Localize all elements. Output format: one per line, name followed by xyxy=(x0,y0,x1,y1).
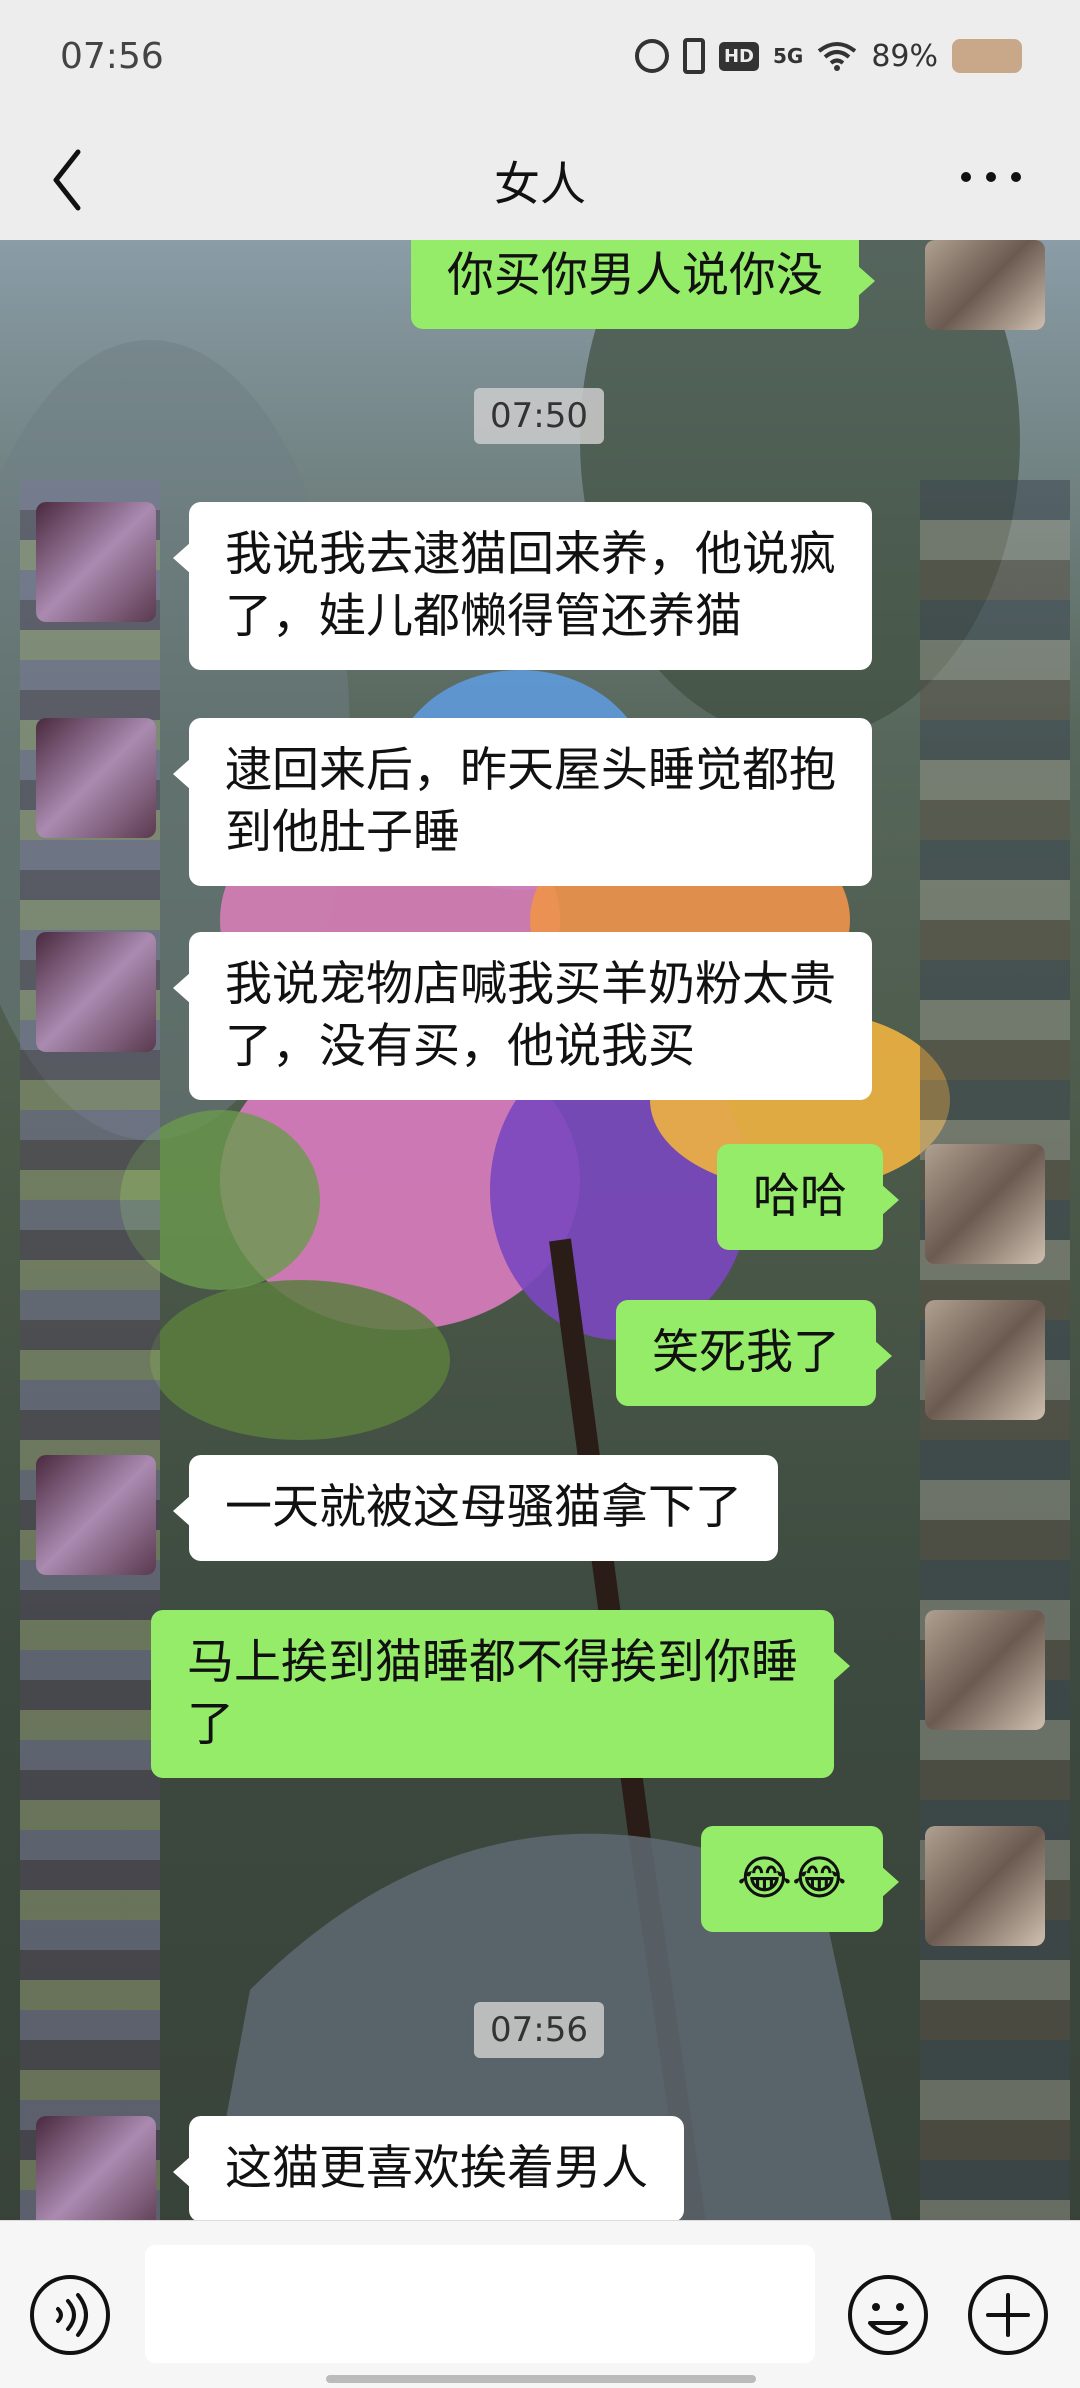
emoji-message: 😂😂 xyxy=(737,1851,847,1906)
avatar[interactable] xyxy=(925,1826,1045,1946)
wifi-icon xyxy=(818,42,857,71)
timestamp: 07:56 xyxy=(474,2002,604,2058)
message-line: 了，没有买，他说我买 xyxy=(225,1019,695,1074)
input-bar xyxy=(0,2220,1080,2388)
message-bubble-self[interactable]: 马上挨到猫睡都不得挨到你睡 了 xyxy=(151,1610,850,1778)
message-line: 到他肚子睡 xyxy=(225,805,460,860)
avatar[interactable] xyxy=(36,718,156,838)
plus-icon[interactable] xyxy=(966,2273,1050,2357)
message-bubble-other[interactable]: 一天就被这母骚猫拿下了 xyxy=(173,1455,778,1561)
message-bubble-other[interactable]: 这猫更喜欢挨着男人 xyxy=(173,2116,684,2222)
nav-bar: 女人 xyxy=(0,120,1080,240)
avatar[interactable] xyxy=(36,2116,156,2236)
message-bubble-other[interactable]: 我说我去逮猫回来养，他说疯 了，娃儿都懒得管还养猫 xyxy=(173,502,872,670)
status-bar: 07:56 HD 5G 89% xyxy=(0,0,1080,120)
message-input[interactable] xyxy=(145,2245,815,2363)
message-text: 一天就被这母骚猫拿下了 xyxy=(225,1480,742,1535)
message-bubble-other[interactable]: 逮回来后，昨天屋头睡觉都抱 到他肚子睡 xyxy=(173,718,872,886)
timestamp: 07:50 xyxy=(474,388,604,444)
message-text: 这猫更喜欢挨着男人 xyxy=(225,2141,648,2196)
message-line: 逮回来后，昨天屋头睡觉都抱 xyxy=(225,743,836,798)
status-time: 07:56 xyxy=(60,36,164,77)
message-line: 我说宠物店喊我买羊奶粉太贵 xyxy=(225,957,836,1012)
battery-icon xyxy=(952,39,1022,73)
message-line: 了 xyxy=(187,1697,234,1752)
message-line: 我说我去逮猫回来养，他说疯 xyxy=(225,527,836,582)
message-line: 了，娃儿都懒得管还养猫 xyxy=(225,589,742,644)
alarm-icon xyxy=(634,39,669,73)
message-line: 马上挨到猫睡都不得挨到你睡 xyxy=(187,1635,798,1690)
message-bubble-self[interactable]: 笑死我了 xyxy=(616,1300,892,1406)
message-bubble-self[interactable]: 你买你男人说你没 xyxy=(411,240,875,329)
chat-area[interactable]: 你买你男人说你没 07:50 我说我去逮猫回来养，他说疯 了，娃儿都懒得管还养猫… xyxy=(0,240,1080,2258)
hd-icon: HD xyxy=(718,41,759,71)
voice-icon[interactable] xyxy=(28,2273,112,2357)
battery-percent: 89% xyxy=(871,38,938,74)
status-icons: HD 5G 89% xyxy=(634,38,1022,74)
message-bubble-other[interactable]: 我说宠物店喊我买羊奶粉太贵 了，没有买，他说我买 xyxy=(173,932,872,1100)
avatar[interactable] xyxy=(36,1455,156,1575)
chat-title: 女人 xyxy=(494,157,586,211)
avatar[interactable] xyxy=(925,1610,1045,1730)
signal-icon: 5G xyxy=(772,44,804,68)
avatar[interactable] xyxy=(925,1144,1045,1264)
avatar[interactable] xyxy=(36,502,156,622)
more-dots-icon[interactable] xyxy=(956,162,1026,192)
message-bubble-self[interactable]: 哈哈 xyxy=(717,1144,899,1250)
vibrate-icon xyxy=(682,38,705,74)
message-text: 你买你男人说你没 xyxy=(447,248,823,303)
message-text: 哈哈 xyxy=(753,1169,847,1224)
emoji-icon[interactable] xyxy=(846,2273,930,2357)
message-bubble-self[interactable]: 😂😂 xyxy=(701,1826,899,1932)
home-indicator[interactable] xyxy=(326,2375,756,2383)
avatar[interactable] xyxy=(925,1300,1045,1420)
message-text: 笑死我了 xyxy=(652,1325,840,1380)
avatar[interactable] xyxy=(925,240,1045,330)
avatar[interactable] xyxy=(36,932,156,1052)
